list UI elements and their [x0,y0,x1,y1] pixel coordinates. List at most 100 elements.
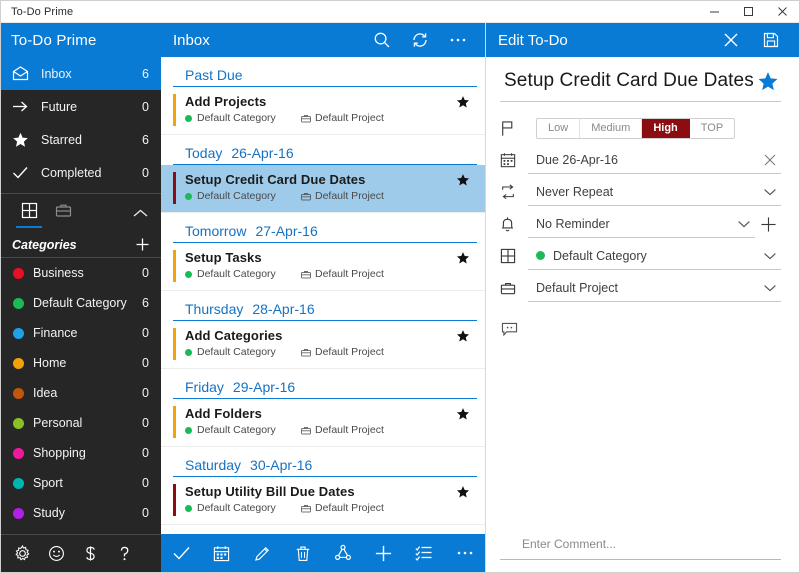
sync-button[interactable] [401,25,439,55]
category-color-dot [185,505,192,512]
task-meta: Default Category Default Project [185,346,453,358]
task-title: Setup Utility Bill Due Dates [185,484,453,499]
clear-due-date-icon[interactable] [763,153,779,167]
sidebar-item-projects-tab[interactable] [46,198,80,228]
priority-option-high[interactable]: High [642,119,689,138]
priority-option-top[interactable]: TOP [690,119,734,138]
category-count: 0 [142,446,149,460]
add-reminder-button[interactable] [755,216,781,233]
sidebar-nav: Inbox 6 Future 0 Starred 6 [1,57,161,189]
category-color-dot [13,358,24,369]
task-list-panel: Inbox Past Due [161,23,486,572]
calendar-button[interactable] [202,534,243,572]
reminder-field[interactable]: No Reminder [528,210,755,238]
donate-button[interactable] [73,537,107,571]
category-color-dot [185,271,192,278]
chevron-down-icon[interactable] [763,187,779,197]
settings-button[interactable] [5,537,39,571]
list-item[interactable]: Home 0 [1,348,161,378]
list-item[interactable]: Study 0 [1,498,161,528]
task-group-header: Past Due [173,57,477,87]
help-button[interactable] [107,537,141,571]
sidebar-item-count: 6 [142,67,149,81]
category-color-dot [13,448,24,459]
star-icon[interactable] [453,250,473,265]
table-row[interactable]: Setup Credit Card Due Dates Default Cate… [161,165,485,213]
sidebar-item-starred[interactable]: Starred 6 [1,123,161,156]
list-item[interactable]: Personal 0 [1,408,161,438]
group-name: Thursday [185,301,243,317]
sort-button[interactable] [404,534,445,572]
minimize-button[interactable] [697,1,731,22]
star-icon[interactable] [453,484,473,499]
add-category-button[interactable] [135,237,150,252]
close-button[interactable] [765,1,799,22]
star-icon[interactable] [453,172,473,187]
sidebar-item-completed[interactable]: Completed 0 [1,156,161,189]
check-icon [12,165,34,180]
project-row: Default Project [500,272,781,304]
group-name: Friday [185,379,224,395]
delete-button[interactable] [283,534,324,572]
table-row[interactable]: Setup Tasks Default Category Default Pro [161,243,485,291]
star-icon[interactable] [453,328,473,343]
close-button[interactable] [711,25,751,55]
project-field[interactable]: Default Project [528,274,781,302]
list-item[interactable]: Shopping 0 [1,438,161,468]
search-button[interactable] [363,25,401,55]
complete-button[interactable] [161,534,202,572]
star-icon[interactable] [453,406,473,421]
task-project: Default Project [301,502,384,514]
briefcase-icon [500,281,528,296]
application-window: To-Do Prime To-Do Prime Inbox [0,0,800,573]
chevron-up-icon[interactable] [132,208,149,219]
share-button[interactable] [323,534,364,572]
task-title: Add Folders [185,406,453,421]
add-button[interactable] [364,534,405,572]
sidebar-item-inbox[interactable]: Inbox 6 [1,57,161,90]
list-item[interactable]: Default Category 6 [1,288,161,318]
sidebar-item-count: 6 [142,133,149,147]
list-item[interactable]: Business 0 [1,258,161,288]
table-row[interactable]: Add Projects Default Category Default Pr [161,87,485,135]
table-row[interactable]: Add Categories Default Category Default [161,321,485,369]
feedback-button[interactable] [39,537,73,571]
category-label: Sport [24,476,142,490]
task-project: Default Project [301,424,384,436]
sidebar-item-future[interactable]: Future 0 [1,90,161,123]
table-row[interactable]: Add Folders Default Category Default Pro [161,399,485,447]
calendar-icon [500,152,528,168]
category-color-dot [13,298,24,309]
category-color-dot [185,427,192,434]
task-group-header: Friday 29-Apr-16 [173,369,477,399]
priority-option-low[interactable]: Low [537,119,580,138]
task-content: Setup Tasks Default Category Default Pro [185,250,453,280]
category-count: 0 [142,266,149,280]
priority-option-medium[interactable]: Medium [580,119,642,138]
more-button[interactable] [439,25,477,55]
chevron-down-icon[interactable] [763,251,779,261]
more-button[interactable] [445,534,486,572]
list-item[interactable]: Sport 0 [1,468,161,498]
chevron-down-icon[interactable] [737,219,753,229]
todo-title-field[interactable]: Setup Credit Card Due Dates [500,70,757,92]
category-field[interactable]: Default Category [528,242,781,270]
list-item[interactable]: Finance 0 [1,318,161,348]
category-row: Default Category [500,240,781,272]
repeat-field[interactable]: Never Repeat [528,178,781,206]
task-category-label: Default Category [197,190,276,202]
repeat-value: Never Repeat [536,185,763,199]
edit-button[interactable] [242,534,283,572]
sidebar-item-categories-tab[interactable] [12,198,46,228]
save-button[interactable] [751,25,791,55]
task-category-label: Default Category [197,502,276,514]
maximize-button[interactable] [731,1,765,22]
chevron-down-icon[interactable] [763,283,779,293]
due-date-field[interactable]: Due 26-Apr-16 [528,146,781,174]
table-row[interactable]: Setup Utility Bill Due Dates Default Cat… [161,477,485,525]
star-icon[interactable] [757,71,781,92]
comment-input[interactable]: Enter Comment... [500,535,781,560]
task-list-scroll[interactable]: Past Due Add Projects Default Category [161,57,485,534]
list-item[interactable]: Idea 0 [1,378,161,408]
star-icon[interactable] [453,94,473,109]
